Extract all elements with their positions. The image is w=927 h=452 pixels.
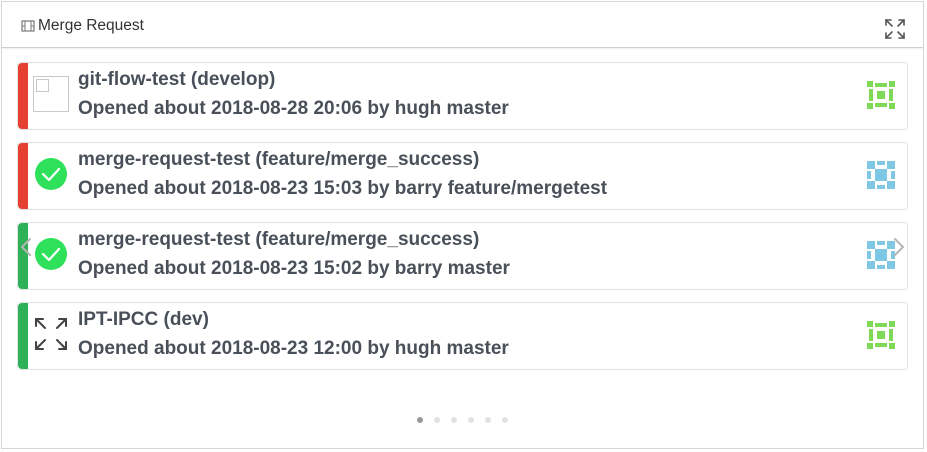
check-circle-icon xyxy=(35,238,67,270)
avatar xyxy=(867,161,895,189)
pagination-dot[interactable] xyxy=(434,417,440,423)
merge-request-title: IPT-IPCC (dev) xyxy=(78,309,209,330)
pagination-dot[interactable] xyxy=(417,417,423,423)
merge-request-meta: Opened about 2018-08-23 12:00 by hugh ma… xyxy=(78,338,509,359)
status-indicator xyxy=(18,303,28,369)
panel-header: Merge Request xyxy=(2,2,923,48)
status-indicator xyxy=(18,63,28,129)
avatar xyxy=(867,81,895,109)
merge-request-item[interactable]: merge-request-test (feature/merge_succes… xyxy=(17,142,908,210)
avatar xyxy=(867,321,895,349)
chevron-right-icon[interactable] xyxy=(891,235,907,259)
pagination-dot[interactable] xyxy=(485,417,491,423)
pagination-dot[interactable] xyxy=(468,417,474,423)
pagination-dot[interactable] xyxy=(502,417,508,423)
merge-request-item[interactable]: git-flow-test (develop) Opened about 201… xyxy=(17,62,908,130)
pagination-dot[interactable] xyxy=(451,417,457,423)
carousel-pagination xyxy=(417,417,508,423)
blank-checkbox-icon xyxy=(33,76,69,112)
status-indicator xyxy=(18,143,28,209)
merge-request-meta: Opened about 2018-08-23 15:02 by barry m… xyxy=(78,258,510,279)
merge-request-item[interactable]: merge-request-test (feature/merge_succes… xyxy=(17,222,908,290)
merge-request-title: git-flow-test (develop) xyxy=(78,69,276,90)
merge-request-meta: Opened about 2018-08-28 20:06 by hugh ma… xyxy=(78,98,509,119)
check-circle-icon xyxy=(35,158,67,190)
merge-request-item[interactable]: IPT-IPCC (dev) Opened about 2018-08-23 1… xyxy=(17,302,908,370)
chevron-left-icon[interactable] xyxy=(18,235,34,259)
panel-title-wrap: Merge Request xyxy=(21,17,144,35)
expand-arrows-icon xyxy=(35,318,67,350)
fullscreen-icon[interactable] xyxy=(883,17,907,41)
merge-request-meta: Opened about 2018-08-23 15:03 by barry f… xyxy=(78,178,608,199)
film-icon xyxy=(21,20,35,32)
merge-request-title: merge-request-test (feature/merge_succes… xyxy=(78,149,480,170)
merge-request-title: merge-request-test (feature/merge_succes… xyxy=(78,229,480,250)
panel-title: Merge Request xyxy=(38,17,144,34)
